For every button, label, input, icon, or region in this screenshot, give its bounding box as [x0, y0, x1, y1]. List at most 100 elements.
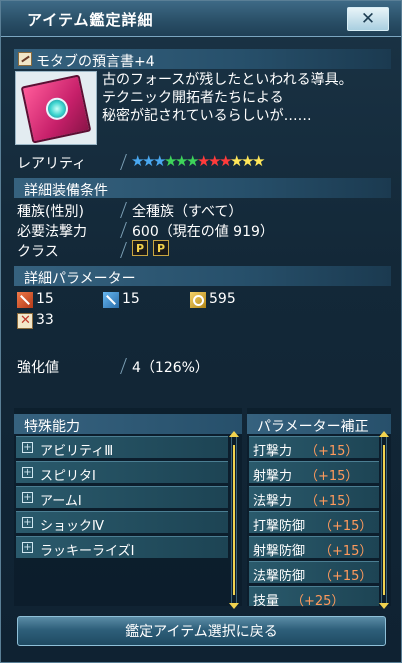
special-abilities-heading: 特殊能力 — [24, 419, 80, 435]
param-bonus-row: 法撃防御 （+15） — [249, 561, 379, 584]
param-name: 射撃防御 — [253, 544, 306, 559]
back-to-appraisal-selection-button[interactable]: 鑑定アイテム選択に戻る — [17, 616, 386, 646]
param-name: 打撃力 — [253, 444, 293, 459]
item-name: モタブの預言書+4 — [36, 54, 155, 70]
param-value: （+15） — [319, 544, 373, 559]
ability-name: ショックⅣ — [40, 519, 104, 534]
rarity-stars: ★ ★ ★ ★ ★ ★ ★ ★ ★ ★ ★ ★ — [131, 152, 266, 170]
param-name: 技量 — [253, 594, 280, 609]
ability-item[interactable]: + ラッキーライズⅠ — [16, 536, 228, 559]
race-gender-label: 種族(性別) — [17, 204, 84, 220]
param-value: （+15） — [319, 519, 373, 534]
scroll-thumb[interactable] — [383, 445, 385, 595]
class-icon: P — [153, 240, 169, 256]
divider-slash — [120, 202, 127, 218]
rarity-star-icon: ★ — [186, 152, 200, 170]
param-name: 法撃防御 — [253, 569, 306, 584]
special-abilities-panel: 特殊能力 + アビリティⅢ + スピリタⅠ + アームⅠ + ショックⅣ + ラ… — [14, 408, 242, 609]
requirements-heading: 詳細装備条件 — [24, 183, 108, 199]
melee-attack-icon — [17, 292, 33, 308]
param-value: （+25） — [291, 594, 345, 609]
divider-slash — [120, 222, 127, 238]
technique-weapon-icon — [18, 52, 32, 66]
param-value: （+15） — [319, 569, 373, 584]
param-bonus-scrollbar[interactable] — [379, 431, 389, 609]
ability-name: ラッキーライズⅠ — [40, 544, 135, 559]
scroll-up-arrow-icon[interactable] — [229, 431, 239, 437]
expand-plus-icon: + — [22, 492, 33, 503]
class-label: クラス — [17, 244, 59, 260]
parameter-bonus-panel: パラメーター補正 打撃力 （+15） 射撃力 （+15） 法撃力 （+15） 打… — [247, 408, 391, 609]
param-bonus-row: 法撃力 （+15） — [249, 486, 379, 509]
param-value: （+15） — [305, 494, 359, 509]
scroll-thumb[interactable] — [233, 445, 235, 595]
description-line: テクニック開拓者たちによる — [102, 90, 284, 106]
special-abilities-header: 特殊能力 — [14, 414, 242, 435]
param-value: （+15） — [305, 469, 359, 484]
description-line: 古のフォースが残したといわれる導具。 — [102, 72, 353, 88]
expand-plus-icon: + — [22, 517, 33, 528]
rarity-star-icon: ★ — [164, 152, 178, 170]
expand-plus-icon: + — [22, 542, 33, 553]
scroll-down-arrow-icon[interactable] — [229, 603, 239, 609]
param-bonus-row: 射撃力 （+15） — [249, 461, 379, 484]
grind-value: 4（126%） — [132, 360, 209, 376]
param-bonus-row: 技量 （+25） — [249, 586, 379, 609]
scroll-up-arrow-icon[interactable] — [379, 431, 389, 437]
item-name-header: モタブの預言書+4 — [14, 49, 391, 70]
rarity-star-icon: ★ — [219, 152, 233, 170]
defense-value: 33 — [36, 312, 54, 328]
ranged-attack-value: 15 — [122, 291, 140, 307]
title-bar: アイテム鑑定詳細 ✕ — [1, 1, 401, 37]
expand-plus-icon: + — [22, 442, 33, 453]
abilities-scrollbar[interactable] — [229, 431, 239, 609]
divider-slash — [120, 358, 127, 374]
melee-attack-value: 15 — [36, 291, 54, 307]
required-tech-value: 600（現在の値 919） — [132, 224, 274, 240]
technique-attack-icon — [190, 292, 206, 308]
required-tech-label: 必要法撃力 — [17, 224, 87, 240]
ability-item[interactable]: + アームⅠ — [16, 486, 228, 509]
item-description: 古のフォースが残したといわれる導具。 テクニック開拓者たちによる 秘密が記されて… — [102, 71, 392, 125]
close-icon: ✕ — [360, 9, 376, 29]
ability-item[interactable]: + アビリティⅢ — [16, 436, 228, 459]
ability-item[interactable]: + スピリタⅠ — [16, 461, 228, 484]
expand-plus-icon: + — [22, 467, 33, 478]
book-gem — [43, 95, 71, 122]
book-icon — [20, 74, 92, 144]
ability-name: アビリティⅢ — [40, 444, 114, 459]
ability-name: アームⅠ — [40, 494, 82, 509]
ability-name: スピリタⅠ — [40, 469, 96, 484]
rarity-star-icon: ★ — [197, 152, 211, 170]
divider-slash — [120, 154, 127, 170]
rarity-star-icon: ★ — [241, 152, 255, 170]
defense-icon — [17, 313, 33, 329]
grind-label: 強化値 — [17, 360, 59, 376]
rarity-star-icon: ★ — [175, 152, 189, 170]
param-name: 法撃力 — [253, 494, 293, 509]
race-gender-value: 全種族（すべて） — [132, 204, 243, 220]
class-icon: P — [132, 240, 148, 256]
scroll-down-arrow-icon[interactable] — [379, 603, 389, 609]
parameters-heading: 詳細パラメーター — [24, 271, 136, 287]
rarity-label: レアリティ — [17, 156, 87, 172]
ranged-attack-icon — [103, 292, 119, 308]
ability-item[interactable]: + ショックⅣ — [16, 511, 228, 534]
param-value: （+15） — [305, 444, 359, 459]
parameter-bonus-heading: パラメーター補正 — [257, 419, 369, 435]
param-bonus-row: 射撃防御 （+15） — [249, 536, 379, 559]
param-name: 打撃防御 — [253, 519, 306, 534]
rarity-star-icon: ★ — [252, 152, 266, 170]
param-name: 射撃力 — [253, 469, 293, 484]
window-title: アイテム鑑定詳細 — [27, 11, 154, 29]
parameters-header: 詳細パラメーター — [14, 266, 391, 287]
requirements-header: 詳細装備条件 — [14, 178, 391, 199]
technique-attack-value: 595 — [209, 291, 236, 307]
close-button[interactable]: ✕ — [347, 7, 389, 31]
description-line: 秘密が記されているらしいが…… — [102, 108, 312, 124]
rarity-star-icon: ★ — [153, 152, 167, 170]
divider-slash — [120, 242, 127, 258]
param-bonus-row: 打撃防御 （+15） — [249, 511, 379, 534]
item-appraisal-window: アイテム鑑定詳細 ✕ モタブの預言書+4 古のフォースが残したといわれる導具。 … — [0, 0, 402, 663]
param-bonus-row: 打撃力 （+15） — [249, 436, 379, 459]
